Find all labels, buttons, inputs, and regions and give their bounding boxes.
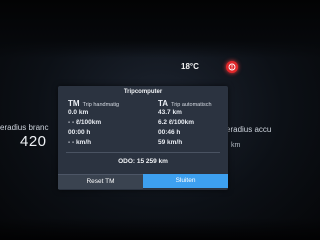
bg-range-battery-label: eradius accu xyxy=(226,125,272,134)
reset-tm-button[interactable]: Reset TM xyxy=(58,174,143,189)
bg-range-battery-unit: km xyxy=(231,142,241,149)
trip-auto-time: 00:46 h xyxy=(158,129,181,136)
trip-auto-column: TA Trip automatisch 43.7 km 6.2 ℓ/100km 0… xyxy=(158,99,212,149)
trip-auto-header: TA Trip automatisch xyxy=(158,99,212,109)
tripcomputer-dialog: Tripcomputer TM Trip handmatig 0.0 km - -… xyxy=(58,86,228,190)
trip-manual-column: TM Trip handmatig 0.0 km - - ℓ/100km 00:0… xyxy=(68,99,119,149)
outside-temperature: 18°C xyxy=(181,62,199,71)
trip-auto-speed: 59 km/h xyxy=(158,139,183,146)
dialog-title: Tripcomputer xyxy=(123,89,163,95)
trip-manual-label: Trip handmatig xyxy=(82,102,120,108)
trip-manual-speed: - - km/h xyxy=(68,139,92,146)
trip-auto-label: Trip automatisch xyxy=(171,102,212,108)
trip-auto-consumption: 6.2 ℓ/100km xyxy=(158,119,195,126)
trip-manual-header: TM Trip handmatig xyxy=(68,99,119,109)
trip-manual-consumption: - - ℓ/100km xyxy=(68,119,102,126)
trip-manual-code: TM xyxy=(68,99,80,108)
odo-divider xyxy=(66,152,220,153)
top-bezel xyxy=(0,0,320,58)
trip-manual-time: 00:00 h xyxy=(68,129,91,136)
bg-range-fuel-label: eradius branc xyxy=(0,123,49,132)
bottom-bezel xyxy=(0,218,320,240)
trip-manual-distance: 0.0 km xyxy=(68,109,89,116)
trip-auto-distance: 43.7 km xyxy=(158,109,182,116)
odometer: ODO: 15 259 km xyxy=(118,158,168,165)
trip-auto-code: TA xyxy=(158,99,169,108)
close-button[interactable]: Sluiten xyxy=(143,174,228,188)
brake-warning-icon xyxy=(226,61,238,73)
bg-range-fuel-value: 420 xyxy=(20,133,47,150)
